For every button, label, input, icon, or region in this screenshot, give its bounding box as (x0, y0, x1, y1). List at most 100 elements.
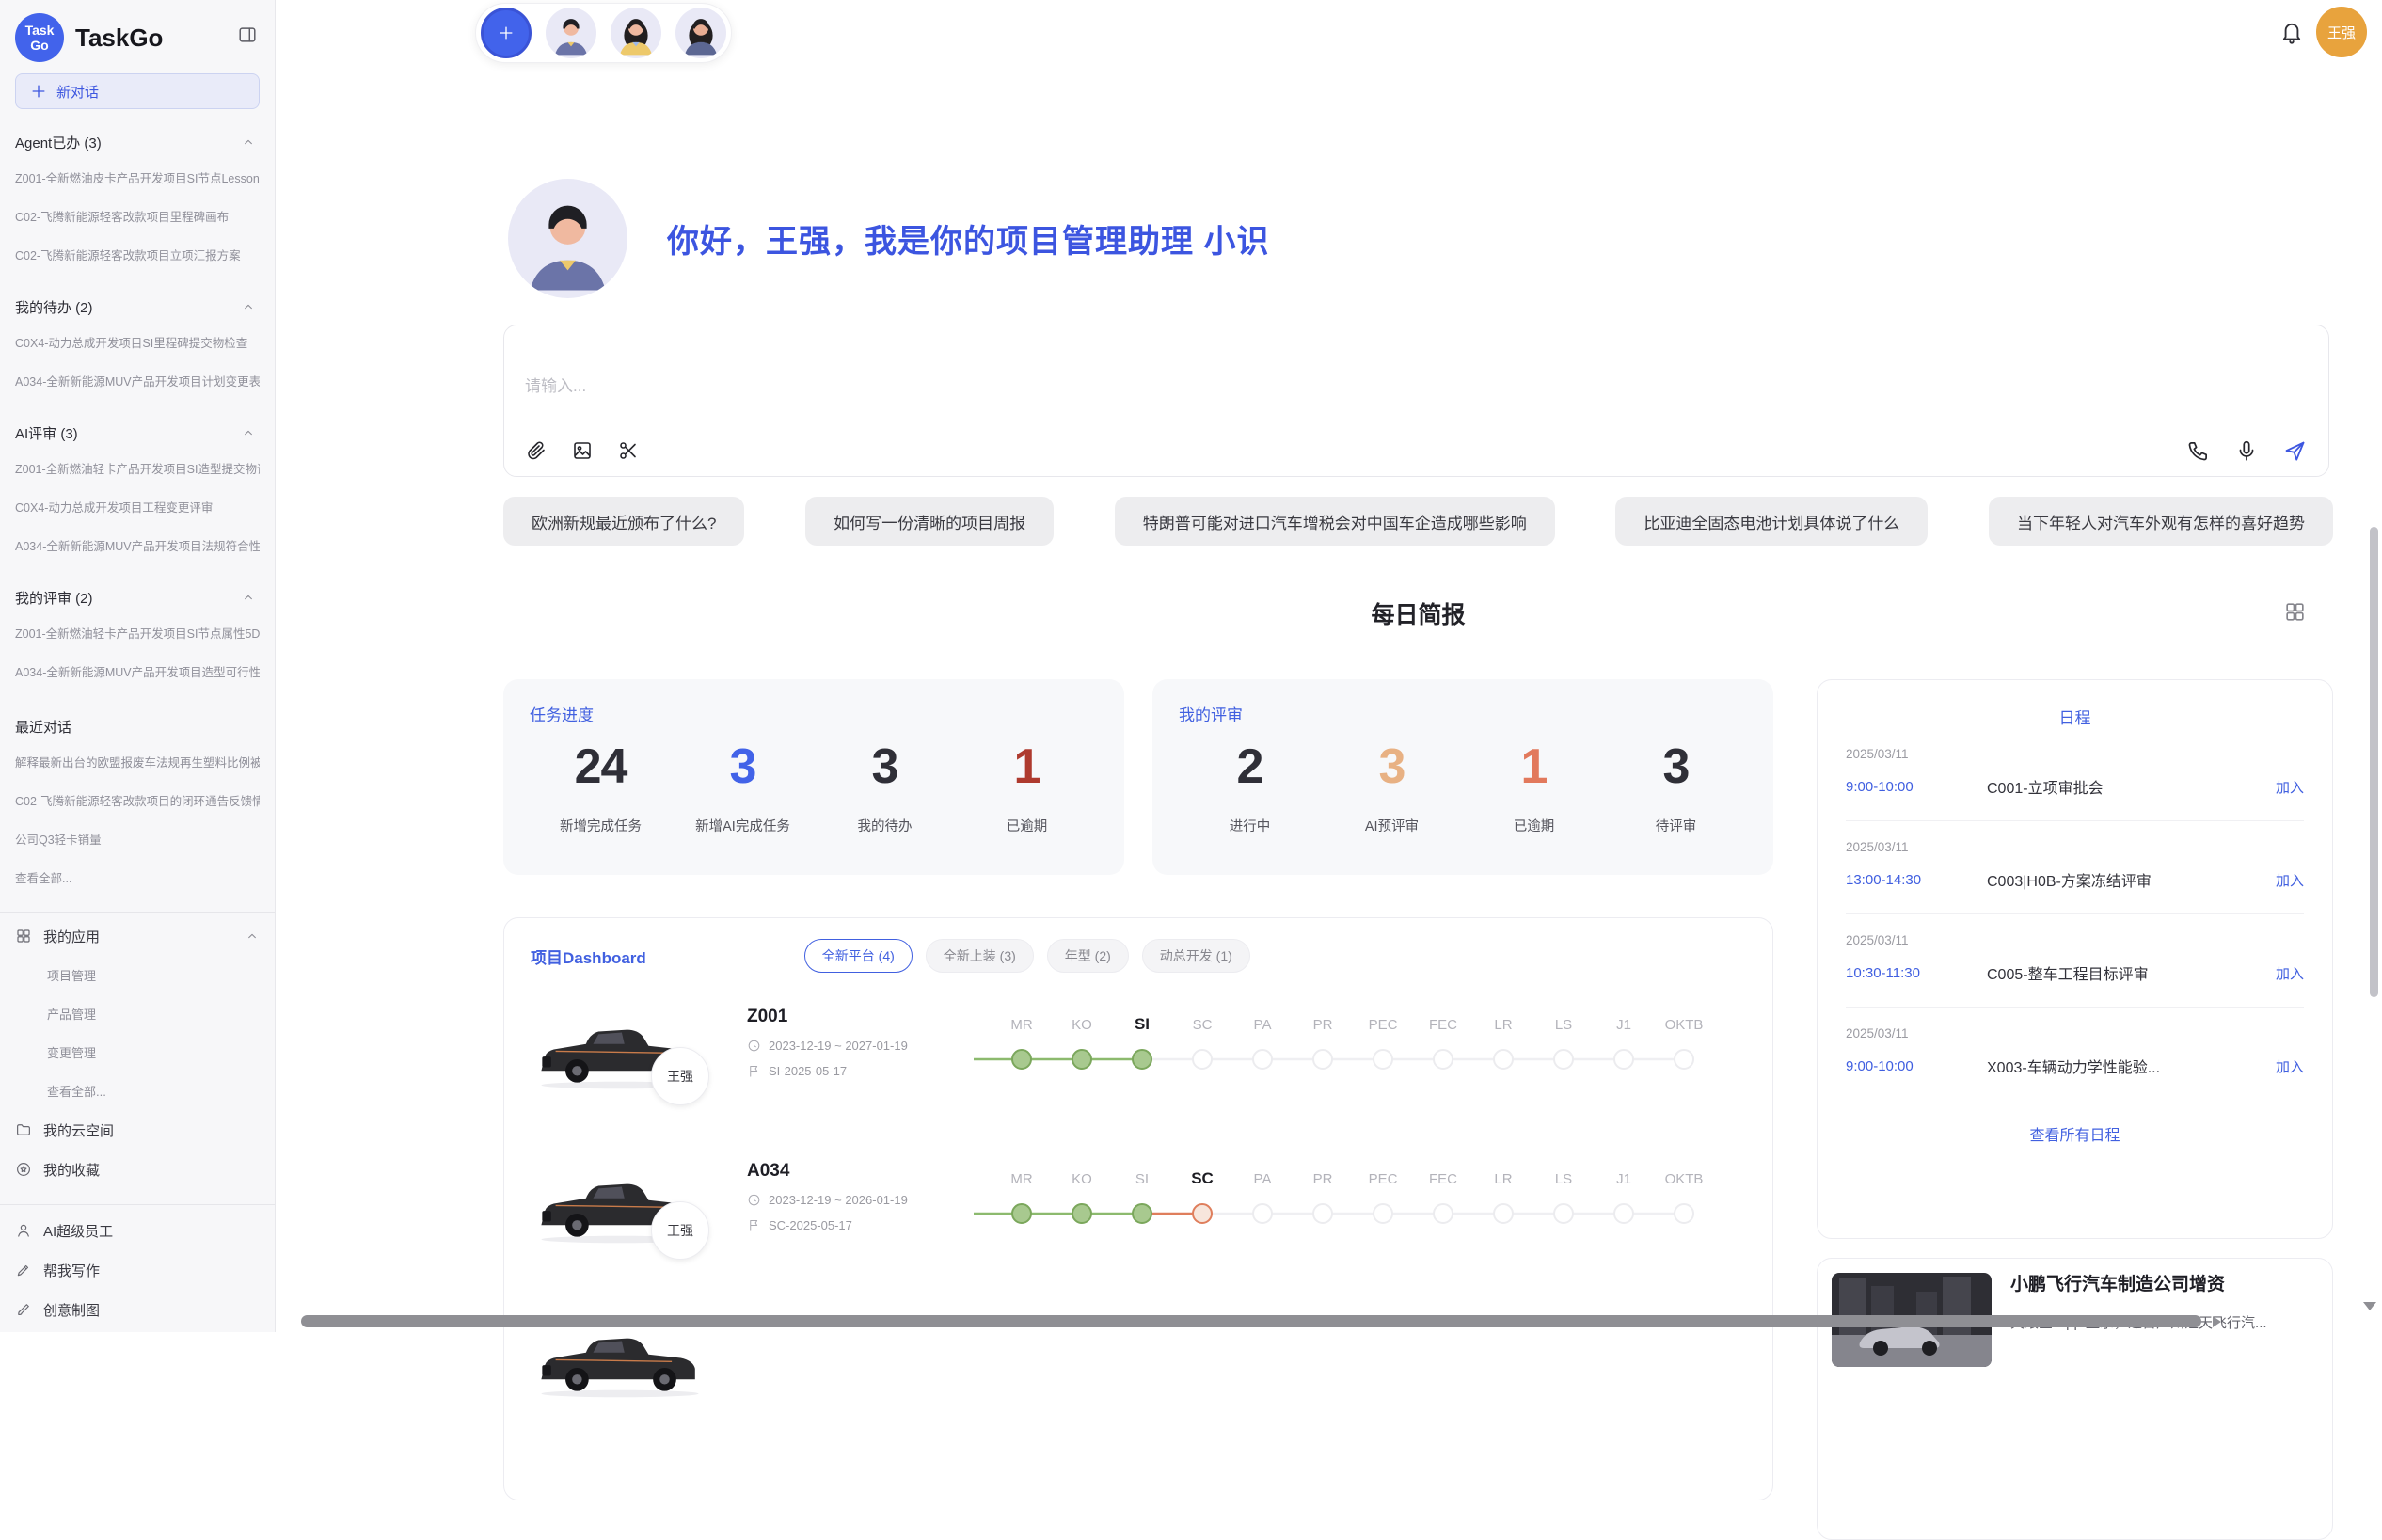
my-apps-header[interactable]: 我的应用 (15, 916, 260, 956)
app-item[interactable]: 产品管理 (15, 994, 260, 1033)
stat-item: 2进行中 (1179, 738, 1321, 835)
project-date-range: 2023-12-19 ~ 2027-01-19 (769, 1039, 908, 1053)
sidebar-link-folder[interactable]: 我的云空间 (15, 1110, 260, 1150)
sidebar-item[interactable]: A034-全新新能源MUV产品开发项目造型可行性评审 (15, 652, 260, 691)
join-meeting-link[interactable]: 加入 (2276, 963, 2304, 983)
sidebar-item[interactable]: Z001-全新燃油皮卡产品开发项目SI节点Lesson Learn报告 (15, 158, 260, 197)
stat-item: 3新增AI完成任务 (672, 738, 814, 835)
sidebar-item[interactable]: A034-全新新能源MUV产品开发项目法规符合性评审 (15, 526, 260, 564)
assistant-avatar-2[interactable] (611, 8, 661, 58)
app-item[interactable]: 变更管理 (15, 1033, 260, 1072)
sidebar-item[interactable]: A034-全新新能源MUV产品开发项目计划变更表编写 (15, 361, 260, 400)
sidebar-item[interactable]: C0X4-动力总成开发项目工程变更评审 (15, 487, 260, 526)
sidebar-tool-brush[interactable]: 创意制图 (15, 1290, 260, 1329)
project-flag-label: SC-2025-05-17 (769, 1218, 852, 1232)
suggestion-chip[interactable]: 如何写一份清晰的项目周报 (805, 497, 1054, 546)
composer-toolbar (525, 437, 2308, 463)
suggestion-chip[interactable]: 特朗普可能对进口汽车增税会对中国车企造成哪些影响 (1115, 497, 1555, 546)
dashboard-tab[interactable]: 全新平台 (4) (804, 939, 913, 973)
add-assistant-button[interactable] (481, 8, 532, 58)
daily-brief-title: 每日简报 (1371, 602, 1465, 628)
dashboard-tab[interactable]: 年型 (2) (1047, 939, 1129, 973)
sidebar-link-label: 我的云空间 (43, 1120, 114, 1140)
user-avatar[interactable]: 王强 (2316, 7, 2367, 57)
suggestion-chip[interactable]: 欧洲新规最近颁布了什么? (503, 497, 744, 546)
layout-grid-icon[interactable] (2283, 600, 2307, 624)
project-dates: 2023-12-19 ~ 2026-01-19 (747, 1193, 968, 1207)
stat-label: 已逾期 (956, 816, 1098, 835)
chevron-up-icon (241, 135, 256, 150)
stat-label: AI预评审 (1321, 816, 1463, 835)
svg-text:LS: LS (1555, 1017, 1572, 1033)
logo-row: Task Go TaskGo (15, 11, 260, 64)
dashboard-tab[interactable]: 全新上装 (3) (926, 939, 1034, 973)
send-icon[interactable] (2282, 437, 2308, 463)
apps-grid-icon (15, 928, 32, 945)
sidebar-section-header[interactable]: 我的评审 (2) (15, 581, 260, 613)
sidebar-tool-robot[interactable]: AI超级员工 (15, 1211, 260, 1250)
sidebar-section-header[interactable]: 我的待办 (2) (15, 291, 260, 323)
assistant-avatar-1[interactable] (546, 8, 596, 58)
sidebar-item[interactable]: C02-飞腾新能源轻客改款项目立项汇报方案 (15, 235, 260, 274)
chat-composer[interactable]: 请输入... (503, 325, 2329, 477)
recent-chat-item[interactable]: C02-飞腾新能源轻客改款项目的闭环通告反馈情况 (15, 781, 260, 819)
stat-item: 3我的待办 (814, 738, 956, 835)
assistant-avatar-3[interactable] (675, 8, 726, 58)
new-chat-label: 新对话 (56, 82, 99, 102)
dashboard-tab[interactable]: 动总开发 (1) (1142, 939, 1250, 973)
stat-value: 3 (672, 738, 814, 795)
news-card[interactable]: 小鹏飞行汽车制造公司增资 天眼查 App 显示，近日广州汇天飞行汽... (1817, 1258, 2333, 1540)
join-meeting-link[interactable]: 加入 (2276, 777, 2304, 797)
horizontal-scrollbar[interactable] (301, 1315, 2201, 1327)
scroll-down-arrow-icon[interactable] (2363, 1302, 2376, 1310)
sidebar-tool-pen[interactable]: 帮我写作 (15, 1250, 260, 1290)
project-code: A034 (747, 1161, 968, 1182)
microphone-icon[interactable] (2234, 438, 2259, 463)
scissors-icon[interactable] (617, 439, 640, 462)
svg-text:SC: SC (1193, 1017, 1213, 1033)
join-meeting-link[interactable]: 加入 (2276, 1056, 2304, 1076)
sidebar-item[interactable]: C02-飞腾新能源轻客改款项目里程碑画布 (15, 197, 260, 235)
app-item[interactable]: 项目管理 (15, 956, 260, 994)
stat-item: 24新增完成任务 (530, 738, 672, 835)
sidebar-section-header[interactable]: Agent已办 (3) (15, 126, 260, 158)
sidebar-link-award[interactable]: 我的收藏 (15, 1150, 260, 1189)
vertical-scrollbar[interactable] (2370, 527, 2378, 997)
svg-text:J1: J1 (1616, 1017, 1631, 1033)
project-row[interactable]: 王强A0342023-12-19 ~ 2026-01-19SC-2025-05-… (531, 1159, 1746, 1281)
recent-chat-item[interactable]: 公司Q3轻卡销量 (15, 819, 260, 858)
notification-bell-icon[interactable] (2279, 19, 2307, 47)
sidebar-item[interactable]: C0X4-动力总成开发项目SI里程碑提交物检查 (15, 323, 260, 361)
project-flag-label: SI-2025-05-17 (769, 1064, 847, 1078)
stat-label: 待评审 (1605, 816, 1747, 835)
new-chat-button[interactable]: 新对话 (15, 73, 260, 109)
recent-chat-item[interactable]: 解释最新出台的欧盟报废车法规再生塑料比例被调至15%... (15, 742, 260, 781)
sidebar-tool-label: AI超级员工 (43, 1221, 113, 1241)
svg-text:PA: PA (1254, 1017, 1272, 1033)
stat-cards: 任务进度24新增完成任务3新增AI完成任务3我的待办1已逾期我的评审2进行中3A… (503, 679, 1773, 875)
collapse-sidebar-icon[interactable] (237, 24, 258, 45)
sidebar-item[interactable]: Z001-全新燃油轻卡产品开发项目SI节点属性5D文件评审 (15, 613, 260, 652)
image-icon[interactable] (571, 439, 594, 462)
brush-icon (15, 1301, 32, 1318)
suggestion-chip[interactable]: 比亚迪全固态电池计划具体说了什么 (1615, 497, 1928, 546)
svg-text:KO: KO (1072, 1017, 1092, 1033)
sidebar-item[interactable]: Z001-全新燃油轻卡产品开发项目SI造型提交物评审 (15, 449, 260, 487)
view-all-apps-link[interactable]: 查看全部... (15, 1072, 260, 1110)
join-meeting-link[interactable]: 加入 (2276, 870, 2304, 890)
news-body: 小鹏飞行汽车制造公司增资 天眼查 App 显示，近日广州汇天飞行汽... (2010, 1273, 2267, 1525)
plus-icon (497, 24, 516, 42)
suggestion-chip[interactable]: 当下年轻人对汽车外观有怎样的喜好趋势 (1989, 497, 2333, 546)
project-row[interactable]: 王强Z0012023-12-19 ~ 2027-01-19SI-2025-05-… (531, 1005, 1746, 1127)
scroll-right-arrow-icon[interactable] (2213, 1316, 2221, 1327)
view-all-schedule-link[interactable]: 查看所有日程 (1846, 1122, 2304, 1145)
schedule-event-title: C001-立项审批会 (1987, 775, 2276, 798)
schedule-card: 日程 2025/03/119:00-10:00C001-立项审批会加入2025/… (1817, 679, 2333, 1239)
stat-card: 任务进度24新增完成任务3新增AI完成任务3我的待办1已逾期 (503, 679, 1124, 875)
phone-icon[interactable] (2186, 438, 2211, 463)
view-all-chats-link[interactable]: 查看全部... (15, 858, 260, 897)
schedule-row: 9:00-10:00X003-车辆动力学性能验...加入 (1846, 1055, 2304, 1077)
paperclip-icon[interactable] (525, 439, 548, 462)
sidebar-section-header[interactable]: AI评审 (3) (15, 417, 260, 449)
svg-text:LR: LR (1494, 1171, 1512, 1187)
